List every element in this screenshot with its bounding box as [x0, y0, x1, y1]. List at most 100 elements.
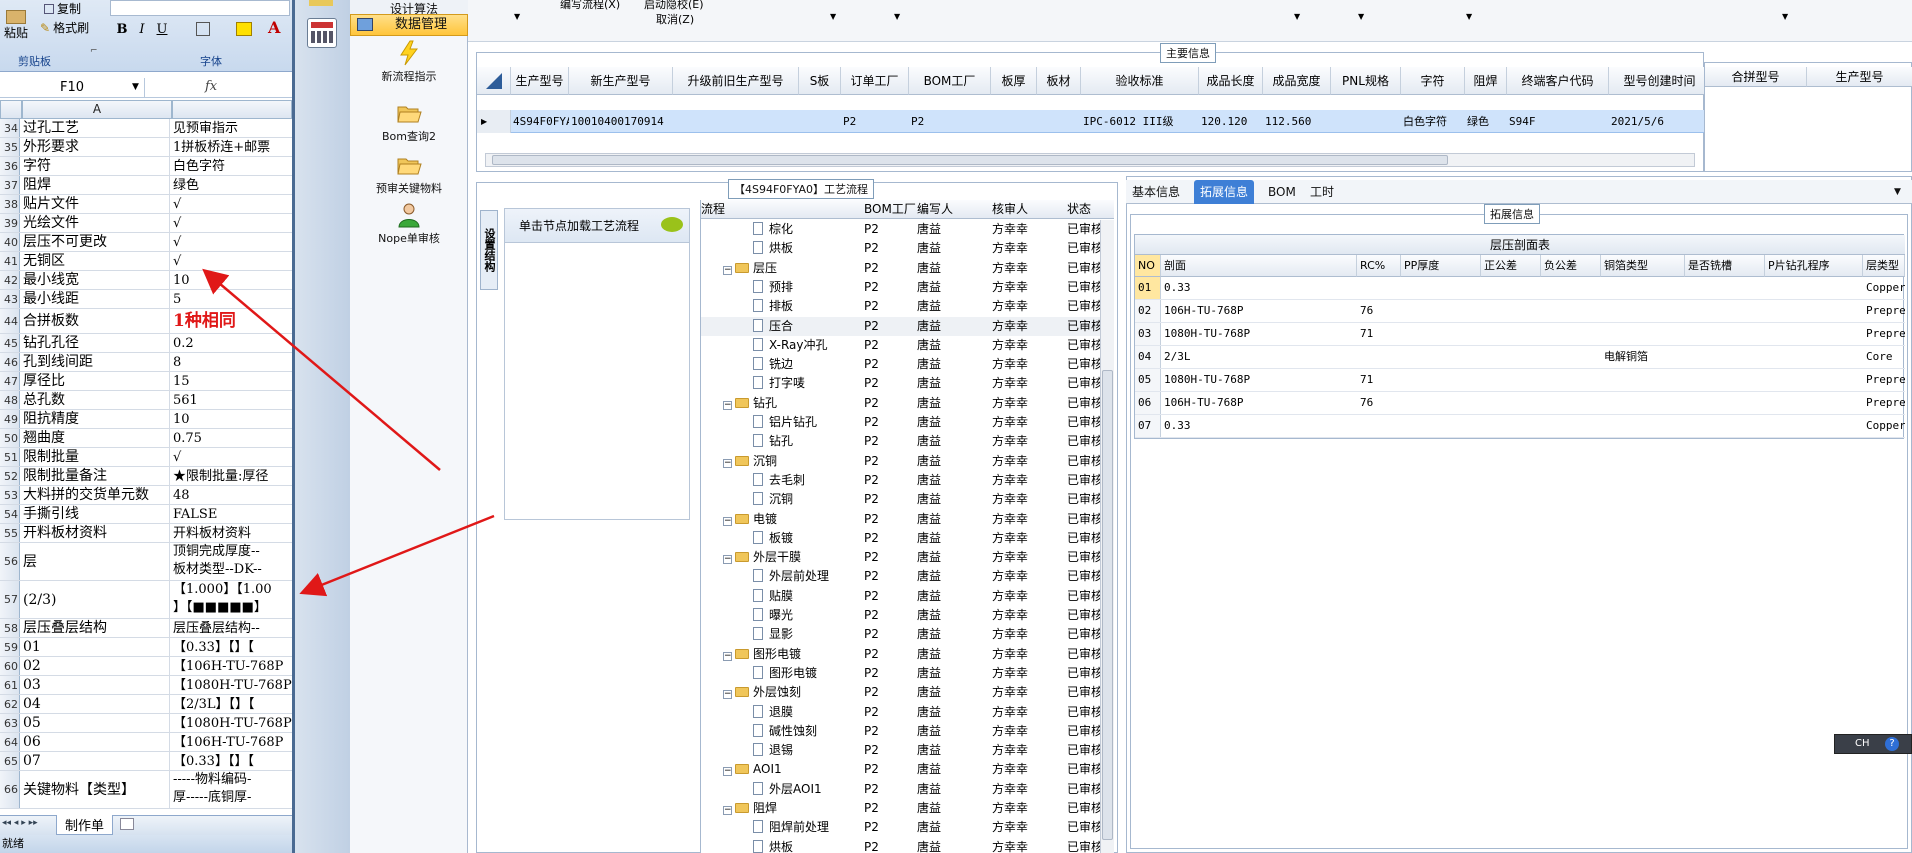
sheet-row[interactable]: 47 厚径比 15: [0, 372, 292, 391]
copy-button[interactable]: 复制: [44, 0, 81, 17]
font-name-select[interactable]: [110, 0, 290, 16]
row-number[interactable]: 64: [0, 733, 20, 751]
row-number[interactable]: 61: [0, 676, 20, 694]
collapse-icon[interactable]: −: [723, 806, 732, 815]
tree-row[interactable]: 铝片钻孔 P2 唐益 方幸幸 已审核: [701, 413, 1114, 432]
cell-a[interactable]: 01: [22, 638, 170, 656]
tree-row[interactable]: − 图形电镀 P2 唐益 方幸幸 已审核: [701, 645, 1114, 664]
row-number[interactable]: 62: [0, 695, 20, 713]
tree-row[interactable]: 外层前处理 P2 唐益 方幸幸 已审核: [701, 567, 1114, 586]
cell-b[interactable]: 561: [172, 391, 292, 409]
cell-a[interactable]: 02: [22, 657, 170, 675]
sheet-row[interactable]: 51 限制批量 √: [0, 448, 292, 467]
row-number[interactable]: 66: [0, 771, 20, 808]
sheet-row[interactable]: 52 限制批量备注 ★限制批量:厚径: [0, 467, 292, 486]
lamination-header[interactable]: PP厚度: [1401, 255, 1481, 277]
toolbar-cancel[interactable]: 取消(Z): [656, 11, 694, 27]
cell-b[interactable]: 【106H-TU-768P: [172, 657, 292, 675]
sheet-row[interactable]: 46 孔到线间距 8: [0, 353, 292, 372]
cell-b[interactable]: 48: [172, 486, 292, 504]
sheet-row[interactable]: 65 07 【0.33】【】【: [0, 752, 292, 771]
tree-row[interactable]: − 电镀 P2 唐益 方幸幸 已审核: [701, 510, 1114, 529]
main-grid-header[interactable]: 成品长度: [1199, 67, 1263, 95]
collapse-icon[interactable]: −: [723, 265, 732, 275]
cell-b[interactable]: 10: [172, 410, 292, 428]
collapse-icon[interactable]: −: [723, 400, 732, 410]
cell-b[interactable]: 15: [172, 372, 292, 390]
tree-header-flow[interactable]: 流程: [701, 200, 859, 219]
cell-a[interactable]: 限制批量备注: [22, 467, 170, 485]
tree-node[interactable]: 预排: [701, 278, 859, 297]
cell-a[interactable]: 限制批量: [22, 448, 170, 466]
lamination-row[interactable]: 07 0.33 Copper: [1135, 415, 1905, 438]
sheet-row[interactable]: 53 大料拼的交货单元数 48: [0, 486, 292, 505]
tree-row[interactable]: − 阻焊 P2 唐益 方幸幸 已审核: [701, 799, 1114, 818]
lamination-row[interactable]: 051080H-TU-768P 71 Prepreg: [1135, 369, 1905, 392]
cell-a[interactable]: 阻抗精度: [22, 410, 170, 428]
lamination-header[interactable]: 是否铣槽: [1685, 255, 1765, 277]
tree-node[interactable]: 曝光: [701, 606, 859, 625]
tab-bom[interactable]: BOM: [1262, 180, 1302, 204]
collapse-icon[interactable]: −: [723, 458, 732, 468]
row-number[interactable]: 55: [0, 524, 20, 542]
name-box[interactable]: F10: [0, 78, 145, 97]
tree-row[interactable]: 排板 P2 唐益 方幸幸 已审核: [701, 297, 1114, 316]
tree-node[interactable]: − 沉铜: [701, 452, 859, 471]
menu-icon[interactable]: [309, 0, 333, 6]
row-number[interactable]: 42: [0, 271, 20, 289]
nav-item-new-flow[interactable]: 新流程指示: [350, 40, 468, 84]
collapse-icon[interactable]: −: [723, 516, 732, 526]
cell-a[interactable]: 大料拼的交货单元数: [22, 486, 170, 504]
tree-row[interactable]: 压合 P2 唐益 方幸幸 已审核: [701, 316, 1114, 336]
tree-row[interactable]: 贴膜 P2 唐益 方幸幸 已审核: [701, 587, 1114, 606]
row-number[interactable]: 38: [0, 195, 20, 213]
cell-b[interactable]: 8: [172, 353, 292, 371]
tree-node[interactable]: 压合: [701, 317, 859, 336]
column-header-b[interactable]: [172, 100, 292, 119]
cell-a[interactable]: 阻焊: [22, 176, 170, 194]
tree-row[interactable]: 烘板 P2 唐益 方幸幸 已审核: [701, 838, 1114, 853]
main-grid-cell[interactable]: P2: [843, 110, 909, 132]
cell-a[interactable]: 外形要求: [22, 138, 170, 156]
cell-b[interactable]: 白色字符: [172, 157, 292, 175]
tree-node[interactable]: 外层前处理: [701, 567, 859, 586]
sheet-row[interactable]: 48 总孔数 561: [0, 391, 292, 410]
row-number[interactable]: 45: [0, 334, 20, 352]
chevron-down-icon[interactable]: ▼: [132, 82, 139, 92]
sheet-row[interactable]: 34 过孔工艺 见预审指示: [0, 119, 292, 138]
cell-a[interactable]: 层: [22, 543, 170, 580]
main-grid-header[interactable]: 终端客户代码: [1507, 67, 1609, 95]
main-grid-header[interactable]: 生产型号: [511, 67, 569, 95]
cell-b[interactable]: √: [172, 252, 292, 270]
tree-row[interactable]: − 沉铜 P2 唐益 方幸幸 已审核: [701, 452, 1114, 471]
cell-a[interactable]: 05: [22, 714, 170, 732]
tree-node[interactable]: 钻孔: [701, 432, 859, 451]
tree-node[interactable]: 烘板: [701, 838, 859, 853]
horizontal-scrollbar[interactable]: [485, 153, 1695, 167]
main-grid-header[interactable]: 型号创建时间: [1609, 67, 1711, 95]
tree-node[interactable]: 外层AOI1: [701, 780, 859, 799]
main-grid-header[interactable]: 验收标准: [1081, 67, 1199, 95]
cell-a[interactable]: (2/3): [22, 581, 170, 618]
main-grid-cell[interactable]: 112.560: [1265, 110, 1331, 132]
sheet-row[interactable]: 63 05 【1080H-TU-768P: [0, 714, 292, 733]
sheet-row[interactable]: 61 03 【1080H-TU-768P: [0, 676, 292, 695]
cell-b[interactable]: ★限制批量:厚径: [172, 467, 292, 485]
tree-node[interactable]: 棕化: [701, 220, 859, 239]
lamination-header[interactable]: RC%: [1357, 255, 1401, 277]
dropdown-arrow-icon[interactable]: ▼: [894, 12, 900, 21]
tree-row[interactable]: 预排 P2 唐益 方幸幸 已审核: [701, 278, 1114, 297]
sheet-row[interactable]: 43 最小线距 5: [0, 290, 292, 309]
cell-a[interactable]: 最小线宽: [22, 271, 170, 289]
lamination-row[interactable]: 04 2/3L 电解铜箔 Core: [1135, 346, 1905, 369]
grid-corner[interactable]: [477, 67, 511, 95]
merge-header[interactable]: 合拼型号: [1705, 67, 1807, 87]
main-grid-header[interactable]: 订单工厂: [841, 67, 909, 95]
sheet-row[interactable]: 37 阻焊 绿色: [0, 176, 292, 195]
row-number[interactable]: 46: [0, 353, 20, 371]
tree-row[interactable]: 打字唛 P2 唐益 方幸幸 已审核: [701, 374, 1114, 393]
collapse-icon[interactable]: −: [723, 651, 732, 661]
lamination-header[interactable]: NO: [1135, 255, 1161, 277]
tree-row[interactable]: 阻焊前处理 P2 唐益 方幸幸 已审核: [701, 818, 1114, 837]
lamination-header[interactable]: 剖面: [1161, 255, 1357, 277]
